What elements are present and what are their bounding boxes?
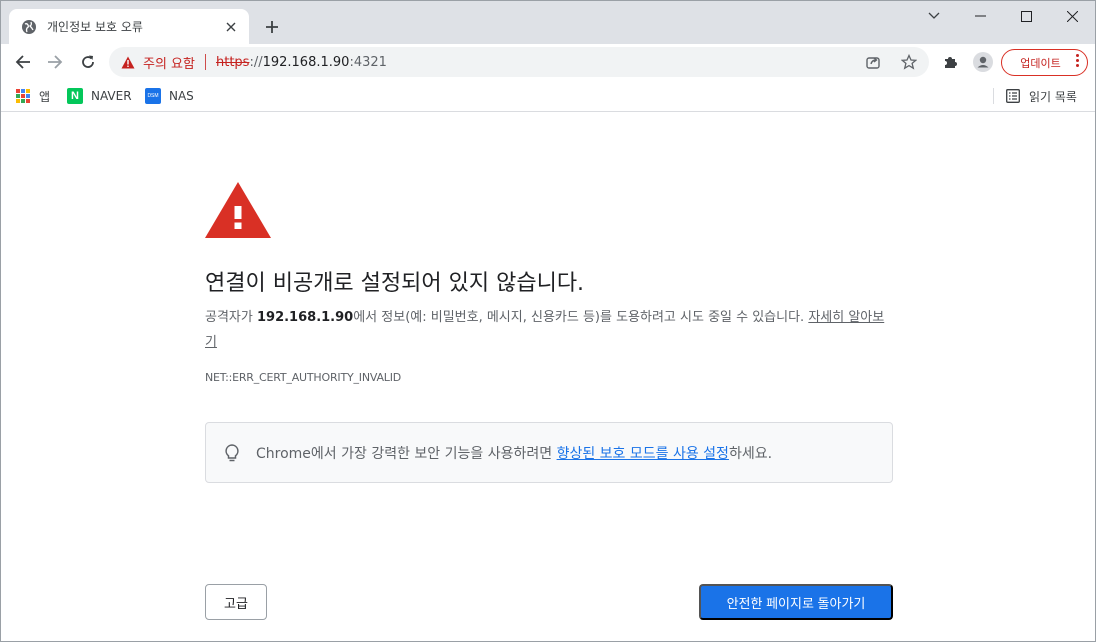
new-tab-button[interactable] (261, 16, 283, 38)
page-title: 연결이 비공개로 설정되어 있지 않습니다. (205, 271, 585, 296)
explain-suffix: 에서 정보(예: 비밀번호, 메시지, 신용카드 등)를 도용하려고 시도 중일… (353, 310, 809, 325)
plus-icon (266, 21, 278, 33)
share-icon[interactable] (861, 50, 885, 74)
explanation-paragraph: 공격자가 192.168.1.90에서 정보(예: 비밀번호, 메시지, 신용카… (205, 305, 895, 355)
enhanced-protection-link[interactable]: 향상된 보호 모드를 사용 설정 (557, 446, 729, 462)
security-chip[interactable]: 주의 요함 (121, 53, 195, 72)
close-tab-icon[interactable] (223, 19, 239, 35)
security-label: 주의 요함 (143, 56, 195, 72)
forward-button[interactable] (41, 48, 69, 76)
bookmark-label: NAVER (91, 89, 132, 103)
explain-prefix: 공격자가 (205, 310, 257, 325)
warning-icon (121, 56, 135, 68)
bookmark-label: 앱 (39, 89, 51, 104)
minimize-icon (974, 15, 986, 17)
chip-divider (204, 54, 206, 70)
reload-icon (82, 55, 94, 68)
nas-icon: DSM (145, 88, 161, 104)
maximize-button[interactable] (1003, 1, 1049, 31)
bookmarks-bar: 앱 N NAVER DSM NAS 읽기 목록 (1, 80, 1095, 112)
enhanced-protection-text: Chrome에서 가장 강력한 보안 기능을 사용하려면 향상된 보호 모드를 … (256, 443, 772, 463)
bookmark-naver[interactable]: N NAVER (67, 85, 132, 107)
extensions-button[interactable] (939, 50, 963, 74)
toolbar: 주의 요함 https://192.168.1.90:4321 업데이트 (1, 44, 1095, 80)
url-separator: :// (249, 54, 263, 70)
close-icon (1066, 10, 1078, 22)
url-scheme: https (215, 54, 250, 70)
star-icon[interactable] (897, 50, 921, 74)
update-label: 업데이트 (1020, 56, 1061, 70)
advanced-button[interactable]: 고급 (205, 584, 267, 620)
tab-search-button[interactable] (911, 1, 957, 31)
lightbulb-icon (222, 443, 242, 463)
back-button[interactable] (9, 48, 37, 76)
tab-privacy-error[interactable]: 개인정보 보호 오류 (9, 9, 249, 44)
enhanced-suffix: 하세요. (728, 445, 773, 462)
enhanced-protection-banner: Chrome에서 가장 강력한 보안 기능을 사용하려면 향상된 보호 모드를 … (205, 422, 893, 483)
bookmark-apps[interactable]: 앱 (15, 85, 50, 107)
bookmarks-divider (993, 88, 994, 104)
arrow-left-icon (15, 55, 30, 69)
arrow-right-icon (48, 55, 63, 69)
bookmark-nas[interactable]: DSM NAS (145, 85, 194, 107)
large-warning-icon (205, 182, 271, 238)
apps-grid-icon (15, 88, 31, 104)
reload-button[interactable] (74, 48, 102, 76)
enhanced-prefix: Chrome에서 가장 강력한 보안 기능을 사용하려면 (256, 445, 557, 462)
explain-host: 192.168.1.90 (256, 310, 354, 325)
omnibox-actions (861, 50, 921, 74)
address-bar[interactable]: 주의 요함 https://192.168.1.90:4321 (109, 47, 929, 77)
reading-list-icon (1005, 88, 1021, 104)
reading-list-label: 읽기 목록 (1029, 89, 1077, 104)
tab-title: 개인정보 보호 오류 (47, 20, 143, 34)
puzzle-icon (945, 57, 957, 68)
window-controls (911, 1, 1095, 31)
bookmark-label: NAS (169, 89, 194, 103)
tab-strip: 개인정보 보호 오류 (1, 1, 1095, 44)
back-to-safety-button[interactable]: 안전한 페이지로 돌아가기 (699, 584, 893, 620)
reading-list-button[interactable]: 읽기 목록 (1005, 85, 1077, 107)
maximize-icon (1020, 10, 1032, 22)
error-code[interactable]: NET::ERR_CERT_AUTHORITY_INVALID (205, 371, 401, 384)
profile-button[interactable] (971, 50, 995, 74)
close-window-button[interactable] (1049, 1, 1095, 31)
update-button[interactable]: 업데이트 (1001, 49, 1088, 76)
browser-window: 개인정보 보호 오류 주의 요함 https://192.168.1.90:43… (0, 0, 1096, 642)
privacy-error-page: 연결이 비공개로 설정되어 있지 않습니다. 공격자가 192.168.1.90… (1, 113, 1095, 641)
menu-dots-icon (1076, 54, 1079, 67)
chevron-down-icon (928, 12, 940, 19)
naver-icon: N (67, 88, 83, 104)
avatar-icon (973, 52, 993, 72)
minimize-button[interactable] (957, 1, 1003, 31)
url-host: 192.168.1.90 (262, 54, 350, 70)
url-text: https://192.168.1.90:4321 (216, 55, 387, 70)
globe-icon (21, 19, 37, 35)
url-port: :4321 (349, 54, 387, 70)
